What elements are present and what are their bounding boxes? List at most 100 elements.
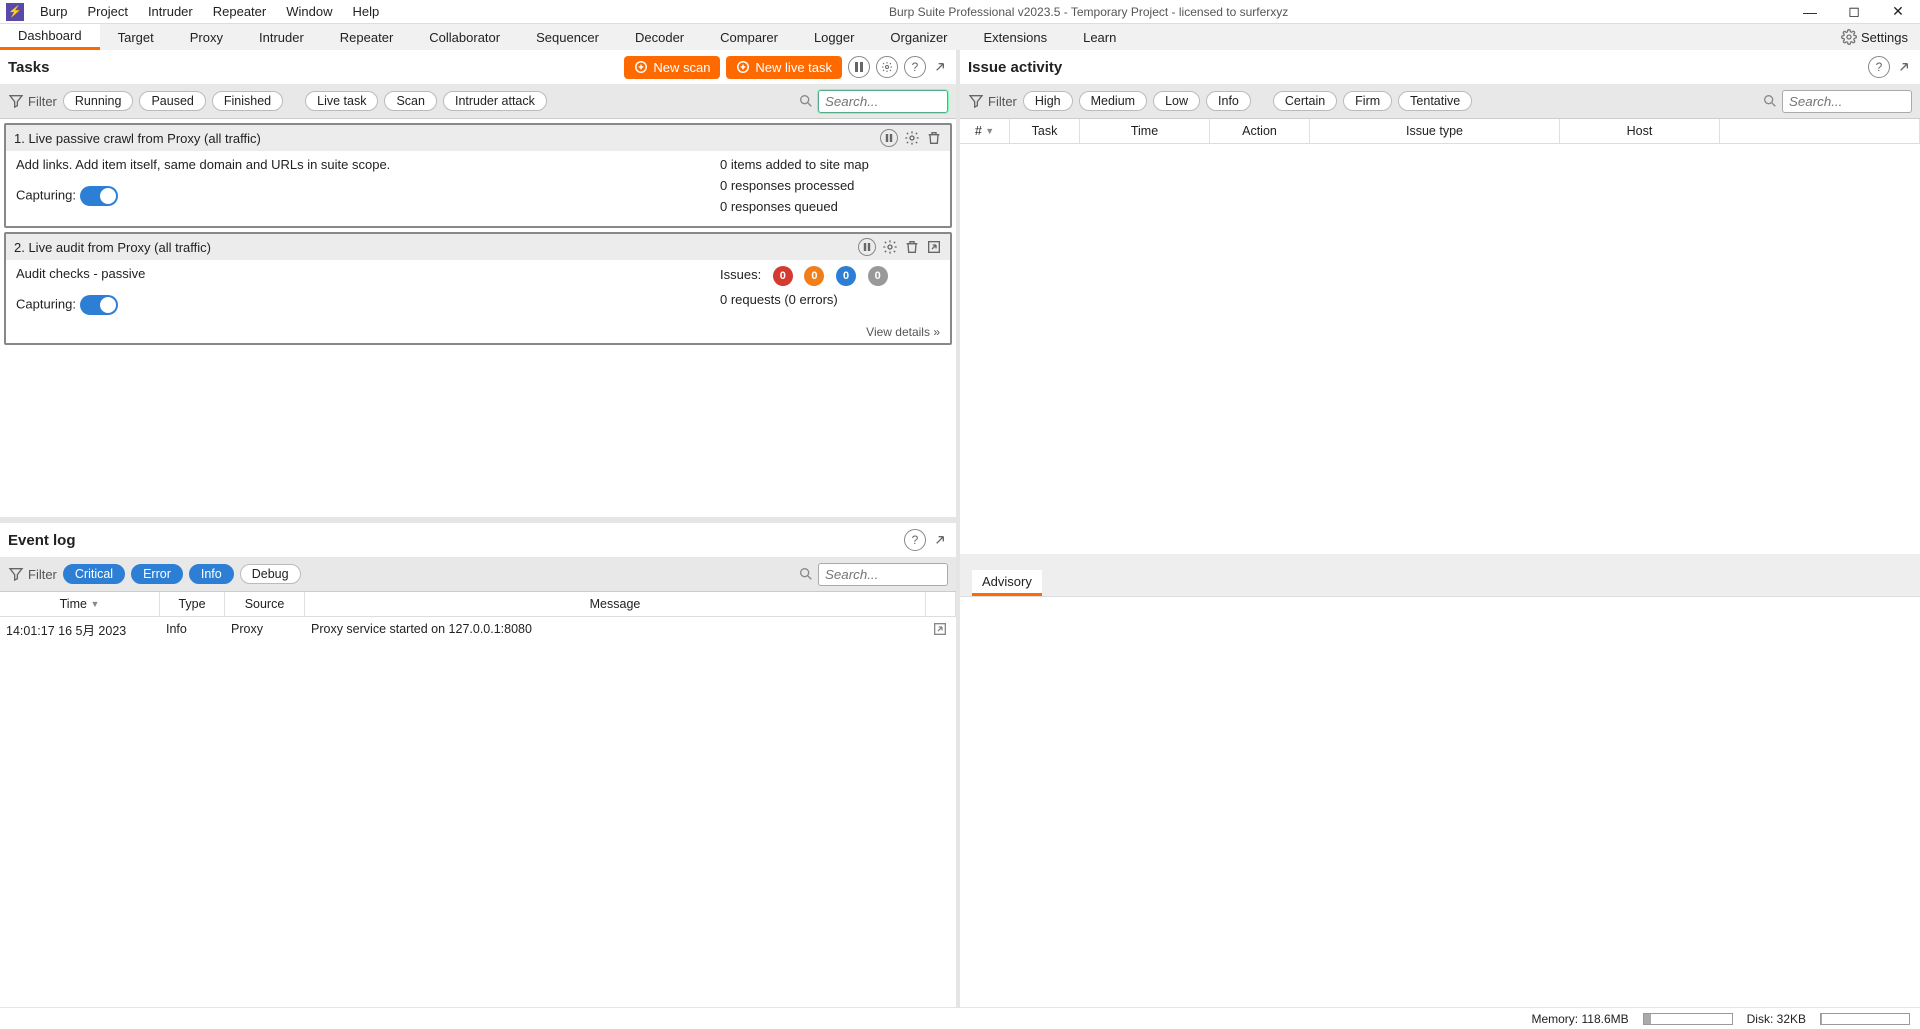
col-time[interactable]: Time ▼: [0, 592, 160, 616]
pause-all-icon[interactable]: [848, 56, 870, 78]
tab-organizer[interactable]: Organizer: [872, 24, 965, 50]
menu-window[interactable]: Window: [276, 4, 342, 19]
col-num[interactable]: # ▼: [960, 119, 1010, 143]
filter-debug[interactable]: Debug: [240, 564, 301, 584]
filter-intruder-attack[interactable]: Intruder attack: [443, 91, 547, 111]
new-scan-button[interactable]: New scan: [624, 56, 720, 79]
tab-intruder[interactable]: Intruder: [241, 24, 322, 50]
gear-icon: [1841, 29, 1857, 45]
window-title: Burp Suite Professional v2023.5 - Tempor…: [389, 5, 1788, 19]
maximize-button[interactable]: ◻: [1832, 0, 1876, 24]
splitter[interactable]: [960, 554, 1920, 564]
event-search-input[interactable]: [818, 563, 948, 586]
col-type[interactable]: Type: [160, 592, 225, 616]
tab-comparer[interactable]: Comparer: [702, 24, 796, 50]
popout-icon[interactable]: [932, 621, 948, 637]
statusbar: Memory: 118.6MB Disk: 32KB: [0, 1007, 1920, 1029]
tab-proxy[interactable]: Proxy: [172, 24, 241, 50]
filter-finished[interactable]: Finished: [212, 91, 283, 111]
filter-low[interactable]: Low: [1153, 91, 1200, 111]
new-live-task-label: New live task: [755, 60, 832, 75]
pause-icon[interactable]: [880, 129, 898, 147]
memory-label: Memory:: [1531, 1012, 1578, 1026]
tab-target[interactable]: Target: [100, 24, 172, 50]
capturing-label: Capturing:: [16, 296, 76, 311]
filter-error[interactable]: Error: [131, 564, 183, 584]
tasks-list: 1. Live passive crawl from Proxy (all tr…: [0, 118, 956, 517]
filter-firm[interactable]: Firm: [1343, 91, 1392, 111]
gear-icon[interactable]: [882, 239, 898, 255]
expand-icon[interactable]: [932, 59, 948, 75]
tab-decoder[interactable]: Decoder: [617, 24, 702, 50]
help-icon[interactable]: ?: [1868, 56, 1890, 78]
help-icon[interactable]: ?: [904, 56, 926, 78]
event-table-head: Time ▼ Type Source Message: [0, 591, 956, 617]
menu-burp[interactable]: Burp: [30, 4, 77, 19]
filter-running[interactable]: Running: [63, 91, 134, 111]
tab-dashboard[interactable]: Dashboard: [0, 24, 100, 50]
filter-certain[interactable]: Certain: [1273, 91, 1337, 111]
col-host[interactable]: Host: [1560, 119, 1720, 143]
issue-search-input[interactable]: [1782, 90, 1912, 113]
new-live-task-button[interactable]: New live task: [726, 56, 842, 79]
filter-scan[interactable]: Scan: [384, 91, 437, 111]
sort-desc-icon: ▼: [985, 126, 994, 136]
task-card[interactable]: 1. Live passive crawl from Proxy (all tr…: [4, 123, 952, 228]
filter-info[interactable]: Info: [189, 564, 234, 584]
menu-help[interactable]: Help: [342, 4, 389, 19]
task-card[interactable]: 2. Live audit from Proxy (all traffic) A…: [4, 232, 952, 345]
filter-high[interactable]: High: [1023, 91, 1073, 111]
col-time[interactable]: Time: [1080, 119, 1210, 143]
trash-icon[interactable]: [926, 130, 942, 146]
table-row[interactable]: 14:01:17 16 5月 2023 Info Proxy Proxy ser…: [0, 617, 956, 641]
issue-activity-header: Issue activity ?: [960, 50, 1920, 84]
tab-sequencer[interactable]: Sequencer: [518, 24, 617, 50]
filter-critical[interactable]: Critical: [63, 564, 125, 584]
filter-tentative[interactable]: Tentative: [1398, 91, 1472, 111]
cell-time: 14:01:17 16 5月 2023: [0, 620, 160, 639]
tab-learn[interactable]: Learn: [1065, 24, 1134, 50]
tab-collaborator[interactable]: Collaborator: [411, 24, 518, 50]
close-button[interactable]: ✕: [1876, 0, 1920, 24]
filter-info[interactable]: Info: [1206, 91, 1251, 111]
help-icon[interactable]: ?: [904, 529, 926, 551]
menu-intruder[interactable]: Intruder: [138, 4, 203, 19]
cell-type: Info: [160, 622, 225, 636]
col-message[interactable]: Message: [305, 592, 926, 616]
tab-logger[interactable]: Logger: [796, 24, 872, 50]
expand-icon[interactable]: [1896, 59, 1912, 75]
col-issue-type[interactable]: Issue type: [1310, 119, 1560, 143]
tab-advisory[interactable]: Advisory: [972, 570, 1042, 596]
settings-label: Settings: [1861, 30, 1908, 45]
event-filter-bar: Filter Critical Error Info Debug: [0, 557, 956, 591]
disk-value: 32KB: [1777, 1012, 1806, 1026]
gear-icon[interactable]: [904, 130, 920, 146]
capturing-toggle[interactable]: [80, 186, 118, 206]
menu-project[interactable]: Project: [77, 4, 137, 19]
filter-medium[interactable]: Medium: [1079, 91, 1147, 111]
tab-repeater[interactable]: Repeater: [322, 24, 411, 50]
issue-table-head: # ▼ Task Time Action Issue type Host: [960, 118, 1920, 144]
filter-live-task[interactable]: Live task: [305, 91, 378, 111]
expand-icon[interactable]: [932, 532, 948, 548]
filter-icon: [968, 93, 984, 109]
col-source[interactable]: Source: [225, 592, 305, 616]
trash-icon[interactable]: [904, 239, 920, 255]
tab-extensions[interactable]: Extensions: [966, 24, 1066, 50]
issue-badge-high: 0: [773, 266, 793, 286]
pause-icon[interactable]: [858, 238, 876, 256]
menu-repeater[interactable]: Repeater: [203, 4, 276, 19]
col-task[interactable]: Task: [1010, 119, 1080, 143]
disk-label: Disk:: [1747, 1012, 1774, 1026]
settings-button[interactable]: Settings: [1829, 24, 1920, 50]
capturing-toggle[interactable]: [80, 295, 118, 315]
gear-icon[interactable]: [876, 56, 898, 78]
tasks-search-input[interactable]: [818, 90, 948, 113]
issue-table-body: [960, 144, 1920, 554]
col-action[interactable]: Action: [1210, 119, 1310, 143]
menubar: Burp Project Intruder Repeater Window He…: [30, 4, 389, 19]
view-details-link[interactable]: View details »: [6, 321, 950, 343]
filter-paused[interactable]: Paused: [139, 91, 205, 111]
minimize-button[interactable]: —: [1788, 0, 1832, 24]
popout-icon[interactable]: [926, 239, 942, 255]
